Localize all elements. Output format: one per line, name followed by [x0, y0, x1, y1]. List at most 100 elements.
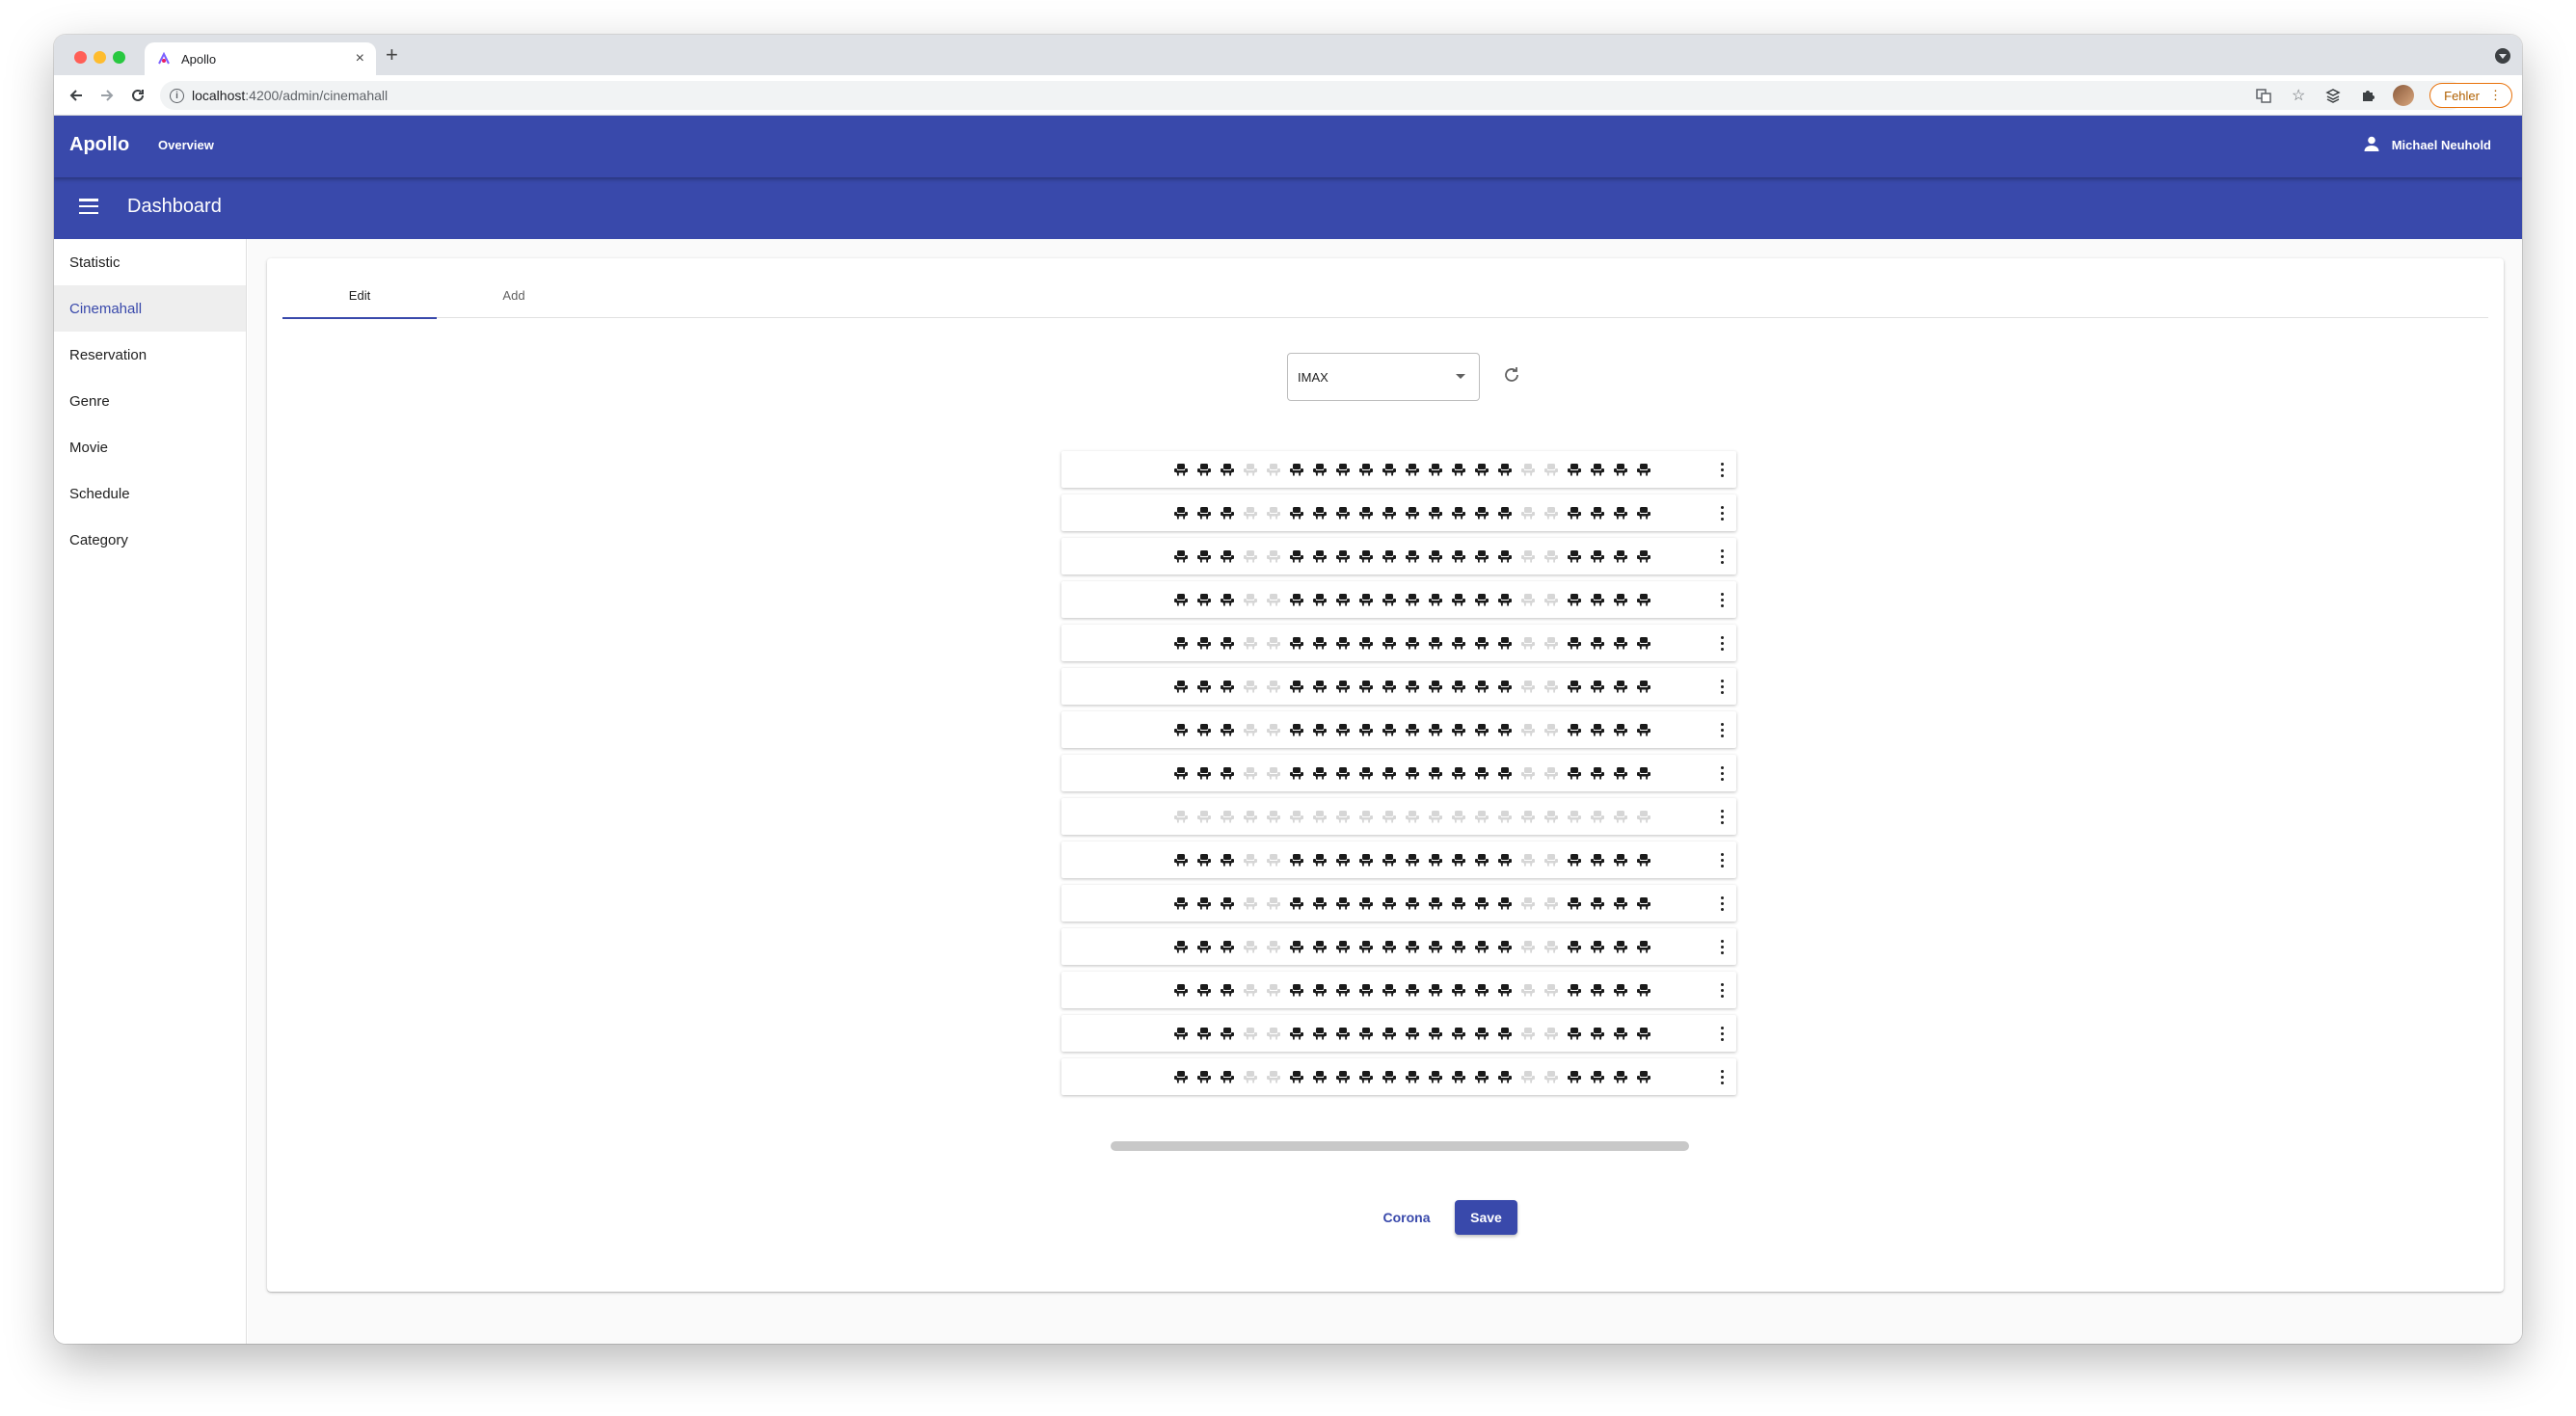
seat-icon[interactable] [1331, 938, 1355, 955]
seat-icon[interactable] [1193, 1068, 1216, 1085]
seat-icon[interactable] [1540, 678, 1563, 695]
seat-icon[interactable] [1193, 461, 1216, 478]
seat-icon[interactable] [1378, 548, 1401, 565]
seat-icon[interactable] [1216, 461, 1239, 478]
seat-icon[interactable] [1355, 634, 1378, 652]
seat-icon[interactable] [1285, 938, 1308, 955]
seat-icon[interactable] [1216, 851, 1239, 868]
seat-icon[interactable] [1169, 634, 1193, 652]
seat-icon[interactable] [1378, 981, 1401, 999]
seat-icon[interactable] [1609, 461, 1632, 478]
seat-icon[interactable] [1239, 1025, 1262, 1042]
seat-icon[interactable] [1516, 548, 1540, 565]
seat-icon[interactable] [1331, 634, 1355, 652]
seat-icon[interactable] [1239, 634, 1262, 652]
seat-icon[interactable] [1401, 808, 1424, 825]
seat-icon[interactable] [1193, 678, 1216, 695]
seat-icon[interactable] [1632, 764, 1655, 782]
seat-icon[interactable] [1540, 808, 1563, 825]
row-more-vert-icon[interactable] [1719, 764, 1725, 782]
seat-icon[interactable] [1493, 938, 1516, 955]
seat-icon[interactable] [1447, 591, 1470, 608]
seat-icon[interactable] [1331, 678, 1355, 695]
seat-icon[interactable] [1355, 895, 1378, 912]
seat-icon[interactable] [1378, 1025, 1401, 1042]
seat-icon[interactable] [1516, 938, 1540, 955]
cinemahall-select[interactable]: IMAX [1287, 353, 1480, 401]
seat-icon[interactable] [1216, 548, 1239, 565]
seat-icon[interactable] [1540, 591, 1563, 608]
seat-icon[interactable] [1563, 548, 1586, 565]
seat-icon[interactable] [1193, 851, 1216, 868]
seat-icon[interactable] [1308, 938, 1331, 955]
seat-icon[interactable] [1401, 938, 1424, 955]
seat-icon[interactable] [1563, 461, 1586, 478]
seat-icon[interactable] [1632, 721, 1655, 738]
seat-icon[interactable] [1216, 678, 1239, 695]
seat-icon[interactable] [1424, 808, 1447, 825]
seat-icon[interactable] [1493, 634, 1516, 652]
seat-icon[interactable] [1331, 504, 1355, 521]
seat-icon[interactable] [1563, 678, 1586, 695]
row-more-vert-icon[interactable] [1719, 1025, 1725, 1042]
horizontal-scrollbar[interactable] [1111, 1141, 1689, 1151]
seat-icon[interactable] [1632, 591, 1655, 608]
corona-button[interactable]: Corona [1373, 1200, 1440, 1235]
seat-icon[interactable] [1216, 981, 1239, 999]
seat-icon[interactable] [1262, 1025, 1285, 1042]
seat-icon[interactable] [1586, 981, 1609, 999]
seat-icon[interactable] [1447, 461, 1470, 478]
seat-icon[interactable] [1285, 634, 1308, 652]
seat-icon[interactable] [1470, 1068, 1493, 1085]
seat-icon[interactable] [1285, 548, 1308, 565]
seat-icon[interactable] [1193, 1025, 1216, 1042]
seat-icon[interactable] [1285, 981, 1308, 999]
seat-icon[interactable] [1424, 461, 1447, 478]
seat-icon[interactable] [1401, 981, 1424, 999]
seat-icon[interactable] [1516, 1068, 1540, 1085]
seat-icon[interactable] [1516, 764, 1540, 782]
sidebar-item-schedule[interactable]: Schedule [54, 470, 246, 517]
seat-icon[interactable] [1216, 764, 1239, 782]
seat-icon[interactable] [1331, 461, 1355, 478]
seat-icon[interactable] [1470, 1025, 1493, 1042]
profile-avatar[interactable] [2393, 85, 2415, 106]
seat-icon[interactable] [1609, 981, 1632, 999]
seat-icon[interactable] [1586, 634, 1609, 652]
maximize-window-button[interactable] [113, 51, 125, 64]
seat-icon[interactable] [1540, 764, 1563, 782]
seat-icon[interactable] [1447, 1068, 1470, 1085]
seat-icon[interactable] [1447, 678, 1470, 695]
seat-icon[interactable] [1193, 981, 1216, 999]
seat-icon[interactable] [1609, 938, 1632, 955]
seat-icon[interactable] [1401, 634, 1424, 652]
seat-icon[interactable] [1169, 1068, 1193, 1085]
seat-icon[interactable] [1169, 808, 1193, 825]
sidebar-item-reservation[interactable]: Reservation [54, 332, 246, 378]
seat-icon[interactable] [1424, 634, 1447, 652]
seat-icon[interactable] [1424, 504, 1447, 521]
seat-icon[interactable] [1447, 548, 1470, 565]
seat-icon[interactable] [1378, 895, 1401, 912]
row-more-vert-icon[interactable] [1719, 808, 1725, 825]
seat-icon[interactable] [1632, 678, 1655, 695]
seat-icon[interactable] [1563, 504, 1586, 521]
seat-icon[interactable] [1308, 678, 1331, 695]
seat-icon[interactable] [1262, 591, 1285, 608]
seat-icon[interactable] [1609, 764, 1632, 782]
seat-icon[interactable] [1285, 678, 1308, 695]
seat-icon[interactable] [1447, 895, 1470, 912]
seat-icon[interactable] [1285, 721, 1308, 738]
seat-icon[interactable] [1262, 678, 1285, 695]
row-more-vert-icon[interactable] [1719, 461, 1725, 478]
extensions-puzzle-icon[interactable] [2358, 86, 2377, 105]
seat-icon[interactable] [1540, 981, 1563, 999]
seat-icon[interactable] [1401, 504, 1424, 521]
seat-icon[interactable] [1424, 938, 1447, 955]
seat-icon[interactable] [1516, 851, 1540, 868]
seat-icon[interactable] [1216, 721, 1239, 738]
seat-icon[interactable] [1262, 1068, 1285, 1085]
seat-icon[interactable] [1285, 1025, 1308, 1042]
seat-icon[interactable] [1447, 1025, 1470, 1042]
seat-icon[interactable] [1355, 851, 1378, 868]
